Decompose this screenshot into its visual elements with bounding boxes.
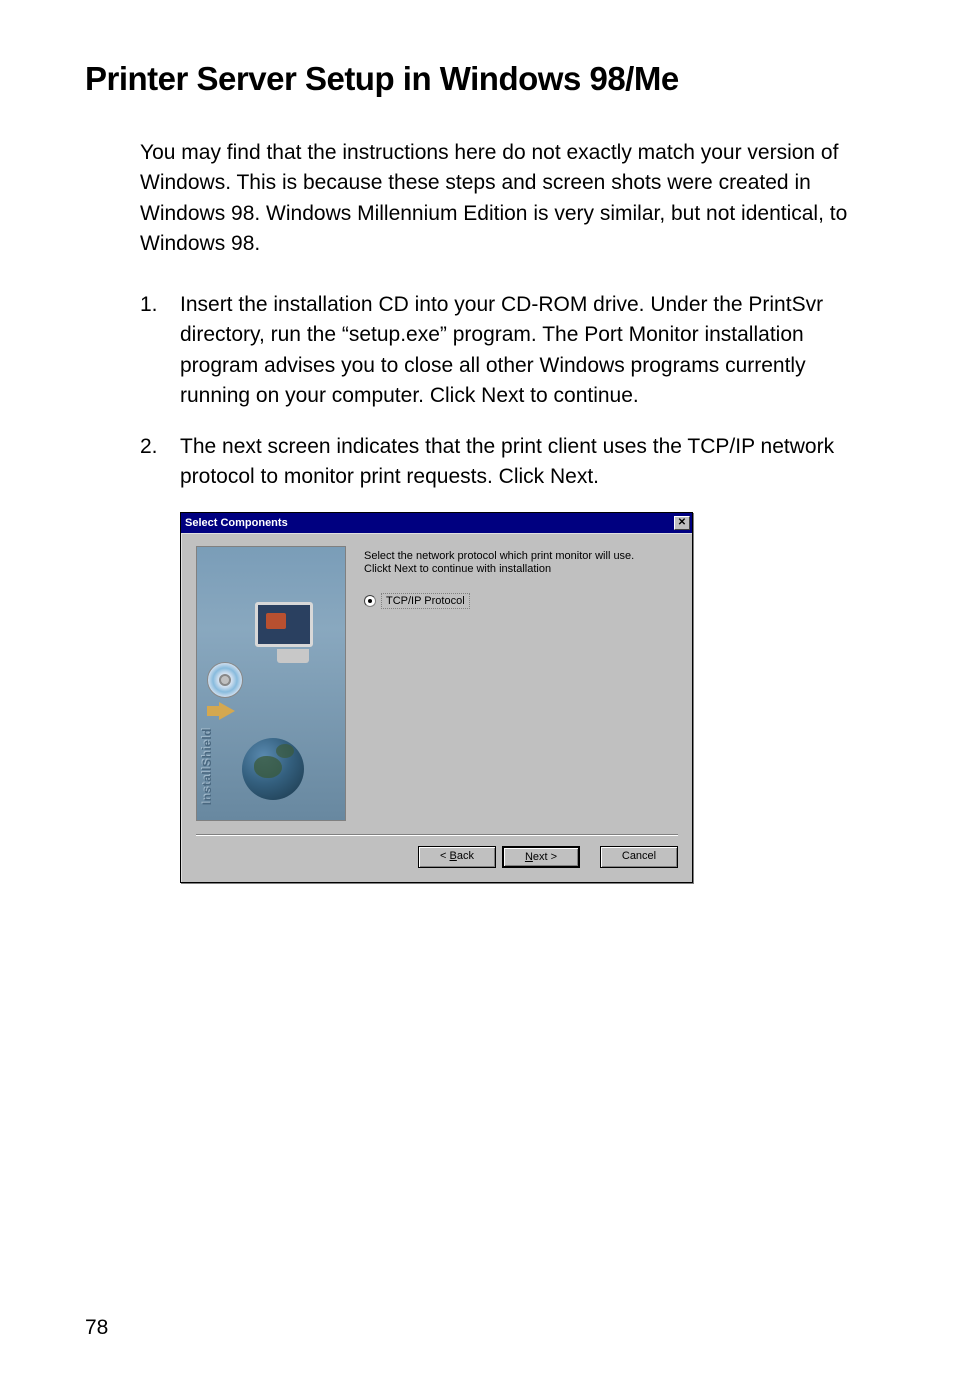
step-item: 1. Insert the installation CD into your … xyxy=(140,290,869,412)
monitor-icon xyxy=(255,602,330,667)
page-heading: Printer Server Setup in Windows 98/Me xyxy=(85,60,869,98)
dialog-titlebar: Select Components ✕ xyxy=(181,513,692,533)
radio-button-icon xyxy=(364,595,376,607)
cd-icon xyxy=(207,662,249,704)
globe-icon xyxy=(242,738,304,800)
install-shield-label: InstallShield xyxy=(200,728,214,805)
instruction-line-1: Select the network protocol which print … xyxy=(364,550,678,562)
intro-text: You may find that the instructions here … xyxy=(140,138,869,260)
steps-list: 1. Insert the installation CD into your … xyxy=(140,290,869,493)
step-text: The next screen indicates that the print… xyxy=(180,432,869,493)
dialog-content: Select the network protocol which print … xyxy=(364,546,678,826)
dialog-body: InstallShield Select the network protoco… xyxy=(181,533,692,882)
step-number: 2. xyxy=(140,432,180,493)
cancel-button[interactable]: Cancel xyxy=(600,846,678,868)
step-text: Insert the installation CD into your CD-… xyxy=(180,290,869,412)
back-button[interactable]: < Back xyxy=(418,846,496,868)
dialog-upper-panel: InstallShield Select the network protoco… xyxy=(196,546,678,826)
close-icon: ✕ xyxy=(678,518,686,528)
dialog-separator xyxy=(196,834,678,836)
installer-graphic: InstallShield xyxy=(196,546,346,821)
step-item: 2. The next screen indicates that the pr… xyxy=(140,432,869,493)
close-button[interactable]: ✕ xyxy=(674,516,690,530)
page-number: 78 xyxy=(85,1316,108,1340)
dialog-screenshot: Select Components ✕ xyxy=(180,512,869,883)
select-components-dialog: Select Components ✕ xyxy=(180,512,693,883)
radio-label: TCP/IP Protocol xyxy=(381,593,470,609)
step-number: 1. xyxy=(140,290,180,412)
protocol-radio-option[interactable]: TCP/IP Protocol xyxy=(364,593,678,609)
dialog-button-row: < Back Next > Cancel xyxy=(196,846,678,872)
dialog-title: Select Components xyxy=(185,517,288,529)
next-button[interactable]: Next > xyxy=(502,846,580,868)
arrow-icon xyxy=(219,702,259,722)
instruction-line-2: Clickt Next to continue with installatio… xyxy=(364,563,678,575)
